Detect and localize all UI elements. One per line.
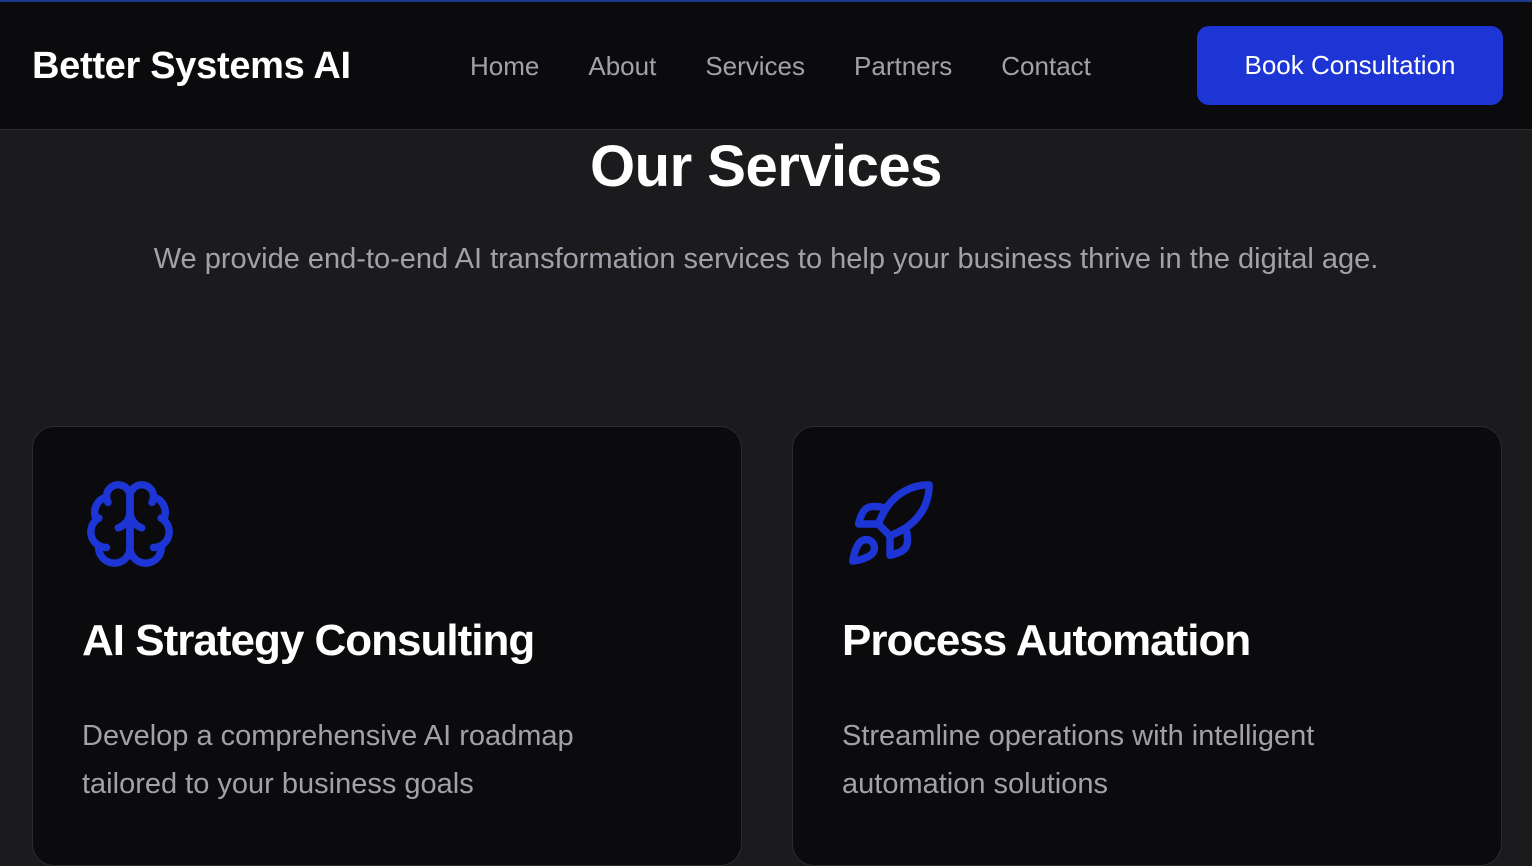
brand-logo-text[interactable]: Better Systems AI (32, 44, 351, 88)
service-title: Process Automation (842, 616, 1251, 665)
brain-icon (83, 477, 177, 571)
nav-link-services[interactable]: Services (705, 49, 805, 83)
rocket-icon (843, 477, 937, 571)
section-title: Our Services (590, 134, 942, 199)
nav-link-home[interactable]: Home (470, 49, 539, 83)
nav-link-about[interactable]: About (588, 49, 656, 83)
service-title: AI Strategy Consulting (82, 616, 535, 665)
main-nav: Home About Services Partners Contact (470, 49, 1091, 83)
nav-link-partners[interactable]: Partners (854, 49, 952, 83)
site-header: Better Systems AI Home About Services Pa… (0, 2, 1532, 130)
nav-link-contact[interactable]: Contact (1001, 49, 1091, 83)
service-card-ai-strategy: AI Strategy Consulting Develop a compreh… (32, 426, 742, 866)
service-description: Streamline operations with intelligent a… (842, 720, 1315, 800)
book-consultation-button[interactable]: Book Consultation (1197, 26, 1503, 105)
service-description: Develop a comprehensive AI roadmap tailo… (82, 720, 574, 800)
service-card-process-automation: Process Automation Streamline operations… (792, 426, 1502, 866)
section-subtitle: We provide end-to-end AI transformation … (153, 243, 1379, 275)
